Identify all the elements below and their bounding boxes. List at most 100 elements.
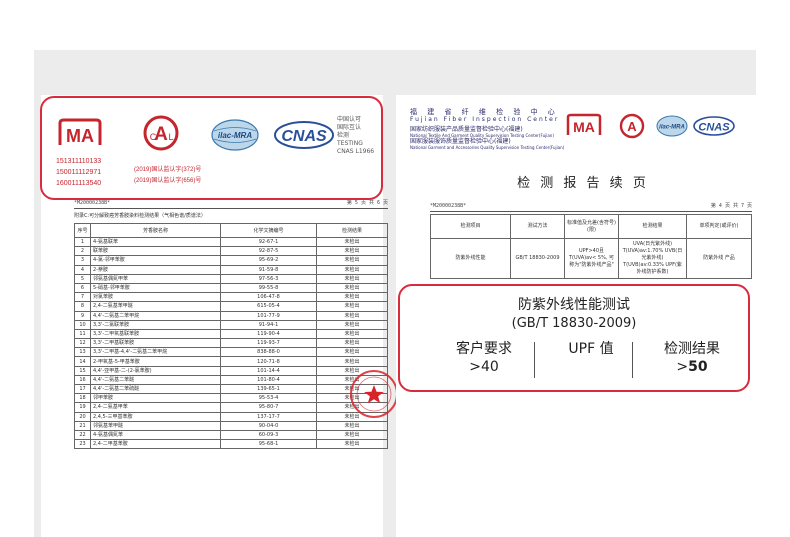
letterhead-line3: 国家服装服饰质量监督检验中心(福建) — [410, 138, 511, 145]
test-result-prefix: > — [676, 359, 689, 375]
cert-number-2: 150011112971 — [56, 169, 102, 176]
table-row: 13 3,3'-二甲基-4,4'-二氨基二苯甲烷 838-88-0 未检出 — [74, 347, 388, 358]
table-row: 16 4,4'-二氨基二苯醚 101-80-4 未检出 — [74, 374, 388, 386]
row-amine-name: 3,3'-二甲基-4,4'-二氨基二苯甲烷 — [90, 347, 221, 358]
row-result: 未检出 — [316, 356, 388, 367]
row-result: 未检出 — [316, 328, 388, 340]
callout-test-result: 检测结果 >50 — [632, 340, 752, 376]
table-row: 15 4,4'-亚甲基-二-(2-氯苯胺) 101-14-4 未检出 — [74, 365, 388, 376]
header-cas: 化学文摘编号 — [220, 223, 317, 238]
row-result: 未检出 — [316, 429, 388, 441]
table-row: 19 2,4-二氨基甲苯 95-80-7 未检出 — [74, 402, 388, 413]
row-cas-number: 106-47-8 — [220, 292, 317, 303]
table-row: 9 4,4'-二氨基二苯甲烷 101-77-9 未检出 — [74, 310, 388, 321]
row-result: 未检出 — [316, 282, 388, 294]
row-amine-name: 4-氨基偶氮苯 — [90, 429, 221, 441]
uv-header-method: 测试方法 — [510, 214, 565, 239]
inspection-stamp-icon — [350, 370, 398, 418]
row-amine-name: 2-甲氧基-5-甲基苯胺 — [90, 356, 221, 367]
uv-header-standard: 标准值及允差(含符号)(限) — [564, 214, 619, 239]
accreditation-1: (2019)国认监认字(372)号 — [134, 167, 202, 173]
cnas-line: CNAS L1966 — [337, 148, 375, 155]
table-row: 14 2-甲氧基-5-甲基苯胺 120-71-8 未检出 — [74, 356, 388, 367]
row-amine-name: 2-萘胺 — [90, 264, 221, 275]
uv-header-result: 检测结果 — [618, 214, 687, 239]
letterhead-en: Fujian Fiber Inspection Center — [410, 116, 560, 123]
header-name: 芳香胺名称 — [90, 223, 221, 238]
cnas-line: 国际互认 — [337, 124, 362, 131]
callout-standard: (GB/T 18830-2009) — [511, 316, 637, 331]
row-amine-name: 邻氨基偶氮甲苯 — [90, 273, 221, 284]
row-cas-number: 101-77-9 — [220, 310, 317, 321]
letterhead-line2: 国家纺织服装产品质量监督检验中心(福建) — [410, 126, 523, 133]
uv-header-judgement: 单项判定(或评价) — [686, 214, 752, 239]
right-report-title: 检 测 报 告 续 页 — [517, 176, 649, 191]
row-no: 15 — [74, 365, 91, 376]
table-row: 7 对氯苯胺 106-47-8 未检出 — [74, 292, 388, 303]
row-amine-name: 3,3'-二甲基联苯胺 — [90, 338, 221, 349]
uv-results-table: 检测项目 测试方法 标准值及允差(含符号)(限) 检测结果 单项判定(或评价) … — [430, 214, 752, 279]
callout-customer-requirement: 客户要求 >40 — [424, 340, 544, 376]
table-row: 23 2,4-二甲基苯胺 95-68-1 未检出 — [74, 439, 388, 450]
row-result: 未检出 — [316, 347, 388, 358]
table-row: 2 联苯胺 92-87-5 未检出 — [74, 246, 388, 257]
uv-performance-callout: 防紫外线性能测试 (GB/T 18830-2009) 客户要求 >40 UPF … — [398, 284, 750, 392]
row-no: 13 — [74, 347, 91, 358]
row-result: 未检出 — [316, 236, 388, 248]
row-cas-number: 95-53-4 — [220, 393, 317, 404]
table-row: 8 2,4-二氨基苯甲醚 615-05-4 未检出 — [74, 301, 388, 312]
row-amine-name: 4,4'-亚甲基-二-(2-氯苯胺) — [90, 365, 221, 376]
row-result: 未检出 — [316, 338, 388, 349]
letterhead-line3-en: National Garment and Accessories Quality… — [410, 145, 565, 150]
row-no: 18 — [74, 393, 91, 404]
table-row: 5 邻氨基偶氮甲苯 97-56-3 未检出 — [74, 273, 388, 284]
row-cas-number: 99-55-8 — [220, 282, 317, 294]
uv-result: UVA(日光紫外线) T(UVA)av:1.70% UVB(日光紫外线) T(U… — [618, 238, 687, 279]
row-amine-name: 2,4-二氨基苯甲醚 — [90, 301, 221, 312]
uv-header-item: 检测项目 — [430, 214, 511, 239]
row-result: 未检出 — [316, 439, 388, 450]
test-result-label: 检测结果 — [664, 341, 720, 357]
row-no: 8 — [74, 301, 91, 312]
row-no: 12 — [74, 338, 91, 349]
right-logos-icon: MA A ilac-MRA CNAS — [566, 113, 735, 139]
row-amine-name: 4-氨基联苯 — [90, 236, 221, 248]
svg-text:A: A — [627, 119, 637, 134]
row-result: 未检出 — [316, 264, 388, 275]
table-header-row: 序号 芳香胺名称 化学文摘编号 检测结果 — [74, 223, 388, 238]
svg-text:ilac-MRA: ilac-MRA — [659, 125, 685, 131]
row-cas-number: 90-04-0 — [220, 420, 317, 431]
table-row: 22 4-氨基偶氮苯 60-09-3 未检出 — [74, 429, 388, 441]
uv-method: GB/T 18830-2009 — [510, 238, 565, 279]
row-no: 17 — [74, 383, 91, 395]
row-cas-number: 137-17-7 — [220, 411, 317, 422]
table-row: 12 3,3'-二甲基联苯胺 119-93-7 未检出 — [74, 338, 388, 349]
accreditation-numbers: (2019)国认监认字(372)号 (2019)国认监认字(656)号 — [134, 165, 201, 187]
left-report-header: *M20000238B* 第 5 页 共 6 页 — [74, 200, 388, 209]
amine-results-table: 序号 芳香胺名称 化学文摘编号 检测结果 1 4-氨基联苯 92-67-1 未检出 2 联… — [74, 223, 388, 450]
customer-requirement-label: 客户要求 — [456, 341, 512, 357]
table-row: 4 2-萘胺 91-59-8 未检出 — [74, 264, 388, 275]
right-report-number: *M20000238B* — [430, 203, 467, 209]
row-no: 23 — [74, 439, 91, 450]
row-result: 未检出 — [316, 246, 388, 257]
customer-requirement-value: >40 — [469, 359, 499, 375]
svg-text:L: L — [168, 132, 173, 142]
page-number: 第 5 页 共 6 页 — [346, 200, 388, 206]
row-amine-name: 4-氯-邻甲苯胺 — [90, 255, 221, 266]
callout-upf: UPF 值 — [534, 340, 648, 358]
svg-text:CNAS: CNAS — [281, 128, 327, 145]
row-no: 1 — [74, 236, 91, 248]
cnas-logo-icon: CNAS — [274, 121, 334, 149]
row-amine-name: 5-硝基-邻甲苯胺 — [90, 282, 221, 294]
amine-table-body: 1 4-氨基联苯 92-67-1 未检出 2 联苯胺 92-87-5 未检出 3 4-氯-邻甲苯胺… — [74, 236, 388, 450]
row-cas-number: 95-68-1 — [220, 439, 317, 450]
row-no: 4 — [74, 264, 91, 275]
report-number: *M20000238B* — [74, 200, 111, 206]
row-no: 16 — [74, 374, 91, 386]
right-report-body: *M20000238B* 第 4 页 共 7 页 检测项目 测试方法 标准值及允… — [430, 203, 752, 279]
test-result-value: >50 — [632, 358, 752, 376]
uv-result-row: 防紫外线性能 GB/T 18830-2009 UPF>40且 T(UVA)av<… — [430, 238, 752, 279]
row-cas-number: 838-88-0 — [220, 347, 317, 358]
row-no: 20 — [74, 411, 91, 422]
